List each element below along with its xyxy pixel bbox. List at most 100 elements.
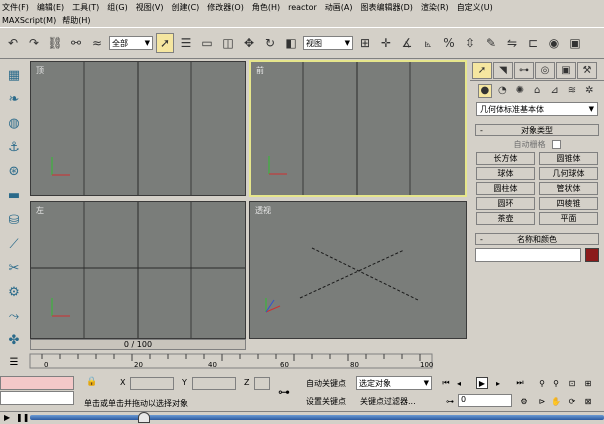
pyramid-button[interactable]: 四棱锥 [539,197,598,210]
coord-y-field[interactable] [192,377,236,390]
menu-character[interactable]: 角色(H) [252,2,280,13]
redo-icon[interactable]: ↷ [25,33,43,53]
track-bar-ruler[interactable]: 0 20 40 60 80 100 [0,352,470,372]
select-by-name-icon[interactable]: ☰ [177,33,195,53]
menu-views[interactable]: 视图(V) [136,2,164,13]
time-slider[interactable]: 0 / 100 [30,339,246,350]
menu-maxscript[interactable]: MAXScript(M) [2,16,56,25]
box-icon[interactable]: ▬ [4,186,24,205]
autogrid-checkbox[interactable] [551,139,561,149]
systems-icon[interactable]: ✲ [583,84,596,98]
next-frame-icon[interactable]: ▸ [492,377,504,389]
helpers-icon[interactable]: ⊿ [548,84,561,98]
menu-edit[interactable]: 编辑(E) [37,2,64,13]
rect-selection-region-icon[interactable]: ▭ [198,33,216,53]
coord-z-field[interactable] [254,377,270,390]
viewport-front-label[interactable]: 前 [256,65,264,76]
cylinder-icon[interactable]: ⛁ [4,210,24,229]
cone-button[interactable]: 圆锥体 [539,152,598,165]
pivot-center-icon[interactable]: ⊞ [356,33,374,53]
shapes-icon[interactable]: ◔ [496,84,509,98]
snap-toggle-icon[interactable]: ∡ [398,33,416,53]
material-editor-icon[interactable]: ◉ [545,33,563,53]
mirror-icon[interactable]: ⇋ [503,33,521,53]
play-small-icon[interactable]: ▶ [4,413,10,422]
create-tab-icon[interactable]: ➚ [472,61,492,79]
menu-customize[interactable]: 自定义(U) [457,2,493,13]
select-move-icon[interactable]: ✥ [240,33,258,53]
viewport-front[interactable]: 前 [249,60,467,197]
render-scene-icon[interactable]: ▣ [566,33,584,53]
goto-start-icon[interactable]: ⏮ [440,377,452,389]
viewport-perspective-label[interactable]: 透视 [255,205,271,216]
unlink-icon[interactable]: ⚯ [67,33,85,53]
prev-frame-icon[interactable]: ◂ [453,377,465,389]
display-tab-icon[interactable]: ▣ [556,61,576,79]
percent-snap-icon[interactable]: % [440,33,458,53]
undo-icon[interactable]: ↶ [4,33,22,53]
menu-animation[interactable]: 动画(A) [325,2,353,13]
cameras-icon[interactable]: ⌂ [530,84,543,98]
menu-file[interactable]: 文件(F) [2,2,29,13]
key-icon[interactable]: ⊶ [278,385,290,399]
rollout-object-type[interactable]: - 对象类型 [475,124,599,136]
zoom-extents-icon[interactable]: ⊡ [566,377,578,389]
geosphere-button[interactable]: 几何球体 [539,167,598,180]
maxscript-listener-pink[interactable] [0,376,74,390]
sphere-button[interactable]: 球体 [476,167,535,180]
trackbar-icon[interactable]: ☰ [6,356,22,368]
key-filters-button[interactable]: 关键点过滤器... [360,396,416,407]
bind-spacewarp-icon[interactable]: ≈ [88,33,106,53]
select-object-icon[interactable]: ➚ [156,33,174,53]
geometry-icon[interactable]: ● [478,83,492,98]
viewport-perspective[interactable]: 透视 [249,201,467,339]
helper-icon[interactable]: ⚓ [4,138,24,157]
object-color-swatch[interactable] [585,248,599,262]
extra-tools-icon[interactable]: ▦ [4,66,24,85]
rollout-name-color[interactable]: - 名称和颜色 [475,233,599,245]
link-icon[interactable]: ⛓ [46,33,64,53]
play-icon[interactable]: ▶ [476,377,488,389]
zoom-icon[interactable]: ⚲ [536,377,548,389]
named-selection-icon[interactable]: ✎ [482,33,500,53]
shape-icon[interactable]: ◍ [4,114,24,133]
spacewarps-icon[interactable]: ≋ [565,84,578,98]
cylinder-button[interactable]: 圆柱体 [476,182,535,195]
select-scale-icon[interactable]: ◧ [282,33,300,53]
menu-tools[interactable]: 工具(T) [72,2,99,13]
reference-coordinate-dropdown[interactable]: 视图 ▼ [303,36,353,50]
menu-modifiers[interactable]: 修改器(O) [207,2,244,13]
bend-icon[interactable]: ⤳ [4,307,24,326]
lock-icon[interactable]: 🔒 [86,377,97,387]
particle-icon[interactable]: ✤ [4,331,24,350]
utilities-tab-icon[interactable]: ⚒ [577,61,597,79]
modify-tab-icon[interactable]: ◥ [493,61,513,79]
menu-reactor[interactable]: reactor [288,3,317,12]
gear-icon[interactable]: ⚙ [4,283,24,302]
key-mode-icon[interactable]: ⊶ [444,395,456,407]
current-frame-field[interactable]: 0 [458,394,512,407]
viewport-left-label[interactable]: 左 [36,205,44,216]
viewport-top[interactable]: 顶 [30,61,246,196]
torus-button[interactable]: 圆环 [476,197,535,210]
menu-group[interactable]: 组(G) [107,2,127,13]
bone-icon[interactable]: ⟋ [4,235,24,254]
maxscript-listener-white[interactable] [0,391,74,405]
viewport-left[interactable]: 左 [30,201,246,339]
time-config-icon[interactable]: ⚙ [518,395,530,407]
spinner-snap-icon[interactable]: ⇳ [461,33,479,53]
menu-create[interactable]: 创建(C) [171,2,199,13]
box-button[interactable]: 长方体 [476,152,535,165]
lights-icon[interactable]: ✺ [513,84,526,98]
hierarchy-tab-icon[interactable]: ⊶ [514,61,534,79]
selection-filter-dropdown[interactable]: 全部 ▼ [109,36,153,50]
coord-x-field[interactable] [130,377,174,390]
zoom-extents-all-icon[interactable]: ⊞ [582,377,594,389]
media-progress-bar[interactable] [30,415,604,420]
tube-button[interactable]: 管状体 [539,182,598,195]
goto-end-icon[interactable]: ⏭ [514,377,526,389]
viewport-top-label[interactable]: 顶 [36,65,44,76]
zoom-all-icon[interactable]: ⚲ [550,377,562,389]
object-name-field[interactable] [475,248,581,262]
set-key-button[interactable]: 设置关键点 [306,396,346,407]
